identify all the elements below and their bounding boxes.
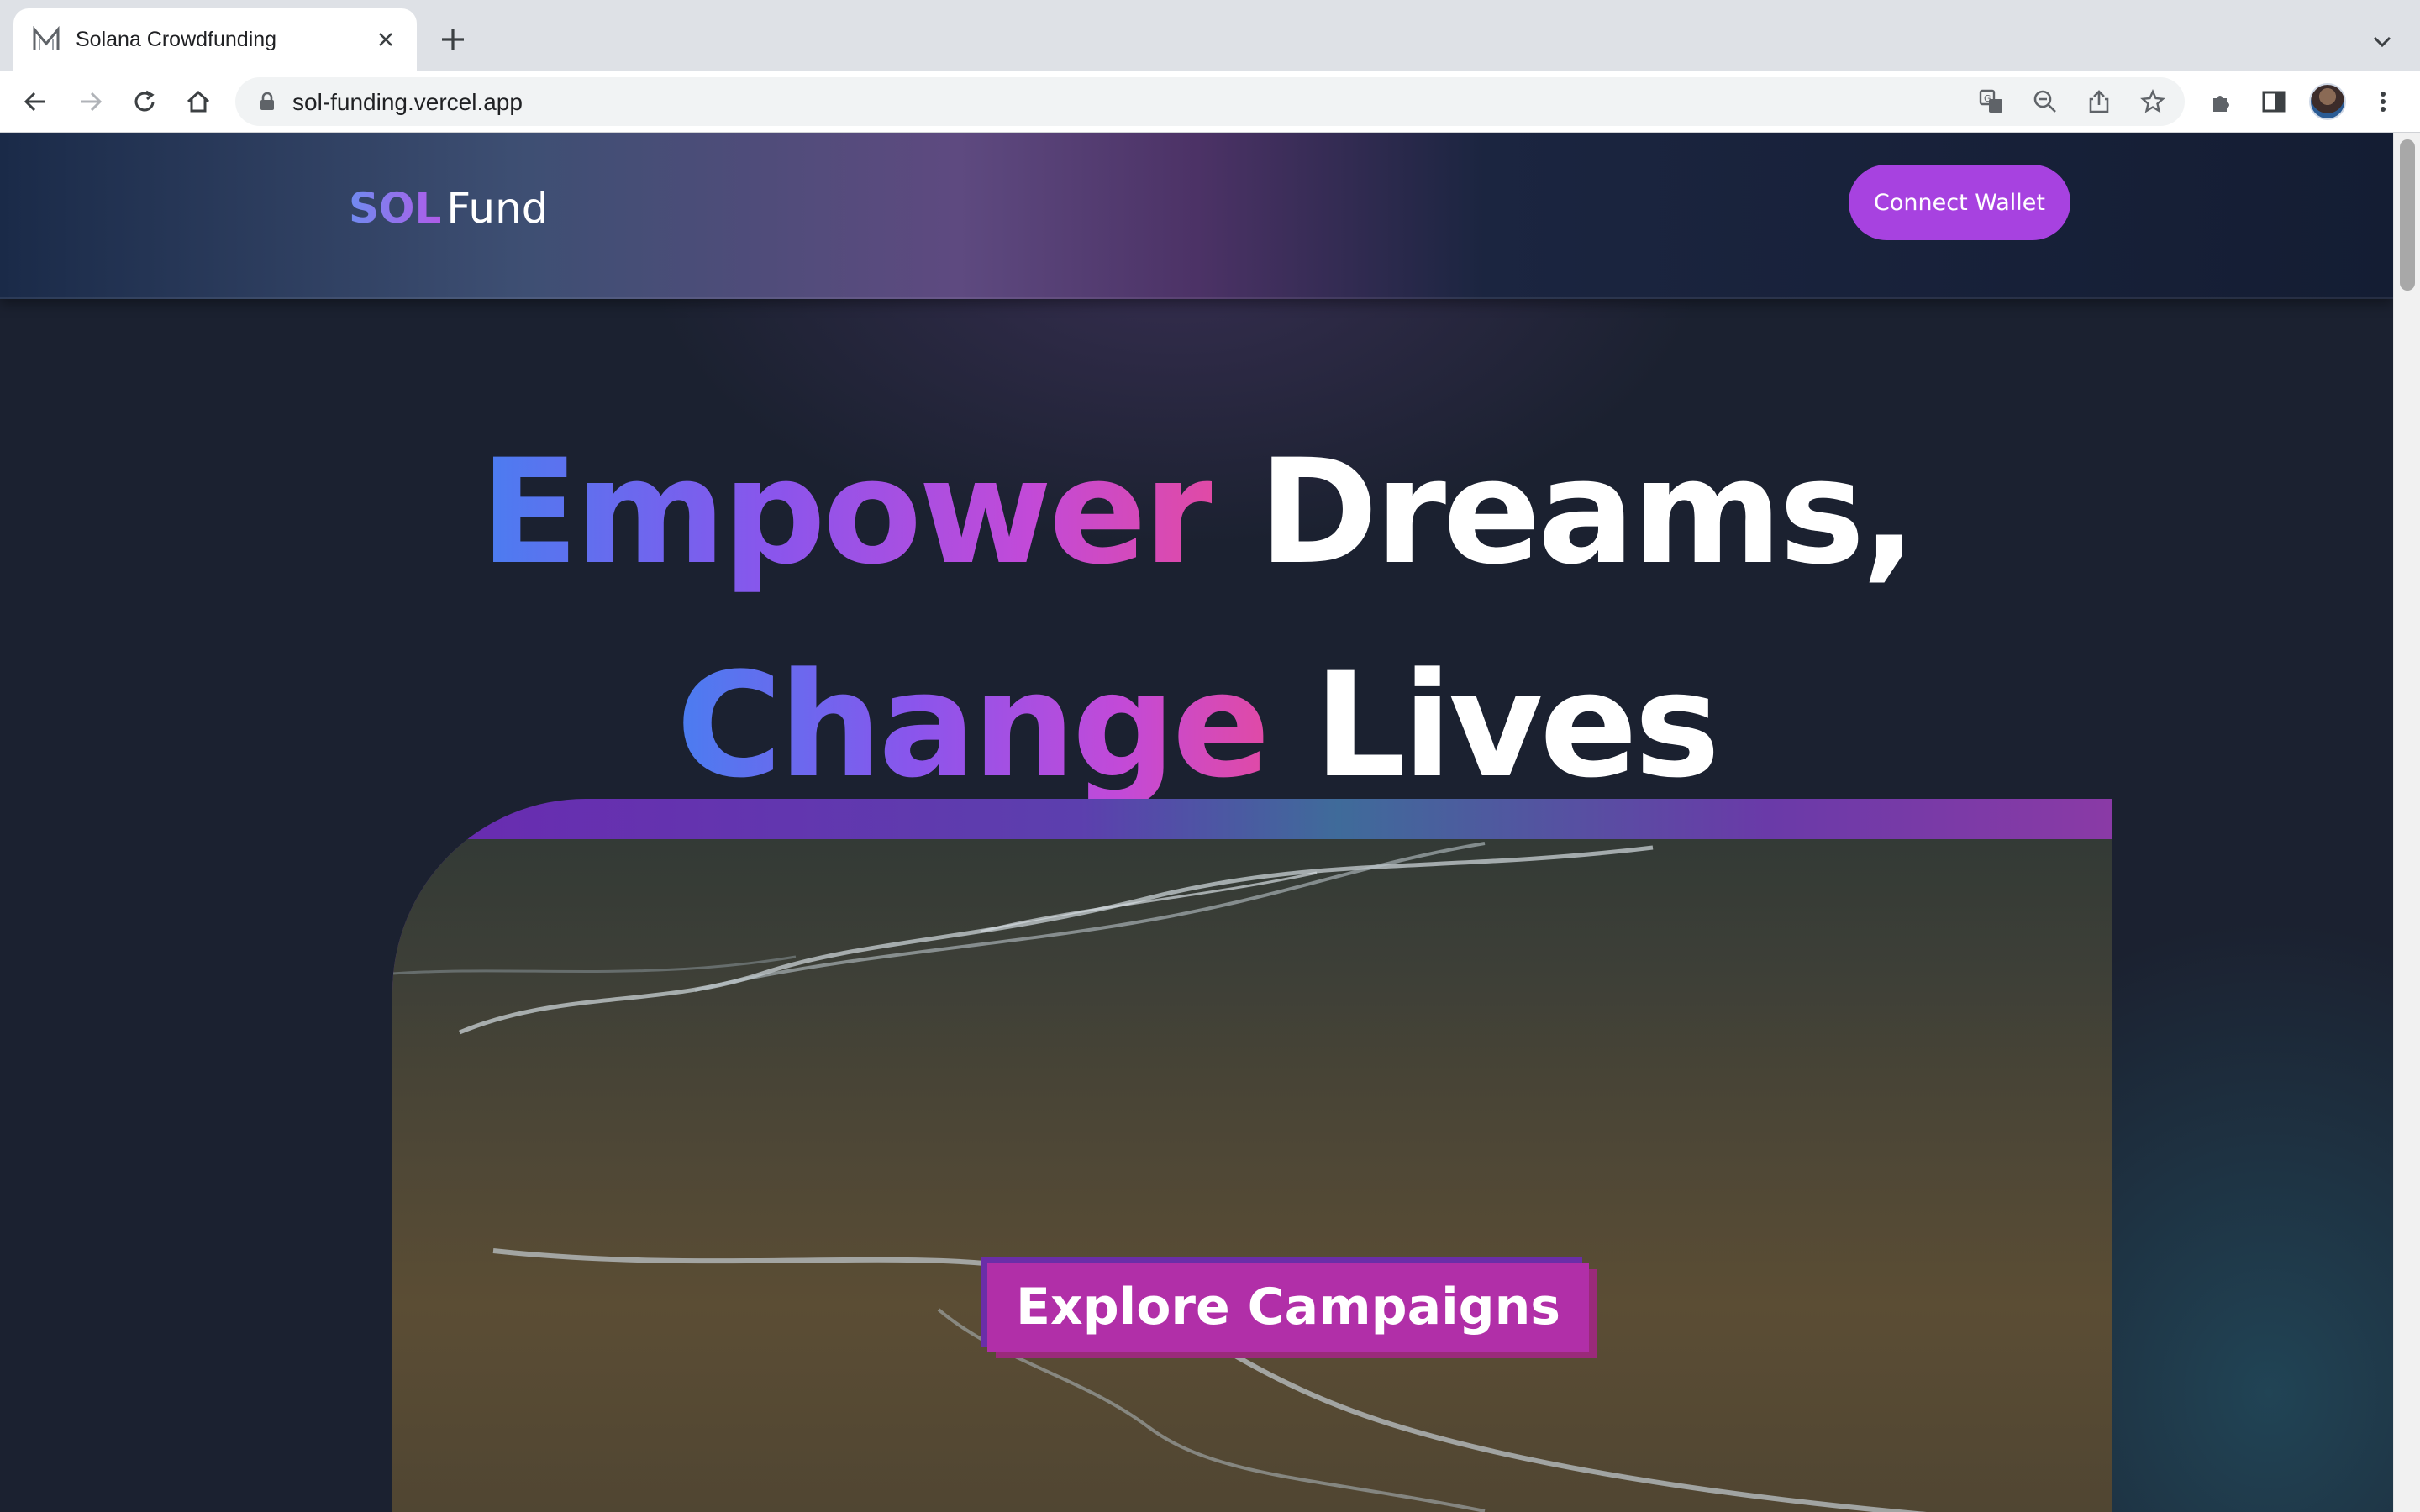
- hero-headline-line2: Change Lives: [0, 642, 2393, 810]
- hero-media: [392, 799, 2112, 1512]
- translate-icon[interactable]: G: [1976, 87, 2007, 117]
- page-viewport: SOL Fund Connect Wallet Empower Dreams, C…: [0, 133, 2393, 1512]
- hero-word-empower: Empower: [480, 428, 1214, 596]
- more-icon[interactable]: [2365, 83, 2402, 120]
- avatar[interactable]: [2309, 83, 2346, 120]
- chevron-down-icon[interactable]: [2368, 27, 2396, 55]
- url-text: sol-funding.vercel.app: [292, 89, 523, 115]
- landscape-image: [392, 839, 2112, 1512]
- extensions-icon[interactable]: [2203, 83, 2240, 120]
- logo-fund: Fund: [446, 184, 549, 233]
- site-navbar: SOL Fund Connect Wallet: [0, 133, 2393, 299]
- close-tab-icon[interactable]: [373, 27, 398, 52]
- site-logo[interactable]: SOL Fund: [349, 179, 549, 238]
- zoom-out-icon[interactable]: [2030, 87, 2060, 117]
- new-tab-icon[interactable]: [437, 24, 469, 55]
- svg-text:G: G: [1984, 93, 1991, 104]
- share-icon[interactable]: [2084, 87, 2114, 117]
- forward-icon[interactable]: [72, 83, 109, 120]
- tab-strip: Solana Crowdfunding: [0, 0, 2420, 71]
- star-icon[interactable]: [2138, 87, 2168, 117]
- reload-icon[interactable]: [126, 83, 163, 120]
- tab-title: Solana Crowdfunding: [76, 27, 277, 51]
- connect-wallet-button[interactable]: Connect Wallet: [1849, 165, 2070, 240]
- browser-toolbar: sol-funding.vercel.app G: [0, 71, 2420, 133]
- browser-tab[interactable]: Solana Crowdfunding: [13, 8, 417, 71]
- hero-word-lives: Lives: [1313, 641, 1721, 810]
- hero-word-change: Change: [676, 641, 1270, 810]
- hero-word-dreams: Dreams,: [1258, 428, 1917, 596]
- scrollbar[interactable]: [2393, 133, 2420, 1512]
- home-icon[interactable]: [180, 83, 217, 120]
- explore-campaigns-button[interactable]: Explore Campaigns: [987, 1263, 1590, 1352]
- side-panel-icon[interactable]: [2255, 83, 2292, 120]
- back-icon[interactable]: [17, 83, 54, 120]
- m-logo-icon: [33, 25, 60, 50]
- hero-headline-line1: Empower Dreams,: [0, 428, 2393, 596]
- lock-icon[interactable]: [259, 92, 276, 111]
- logo-sol: SOL: [349, 184, 442, 233]
- scrollbar-thumb[interactable]: [2400, 139, 2415, 291]
- address-bar[interactable]: sol-funding.vercel.app G: [235, 77, 2185, 126]
- explore-wrap: Explore Campaigns: [987, 1263, 1590, 1352]
